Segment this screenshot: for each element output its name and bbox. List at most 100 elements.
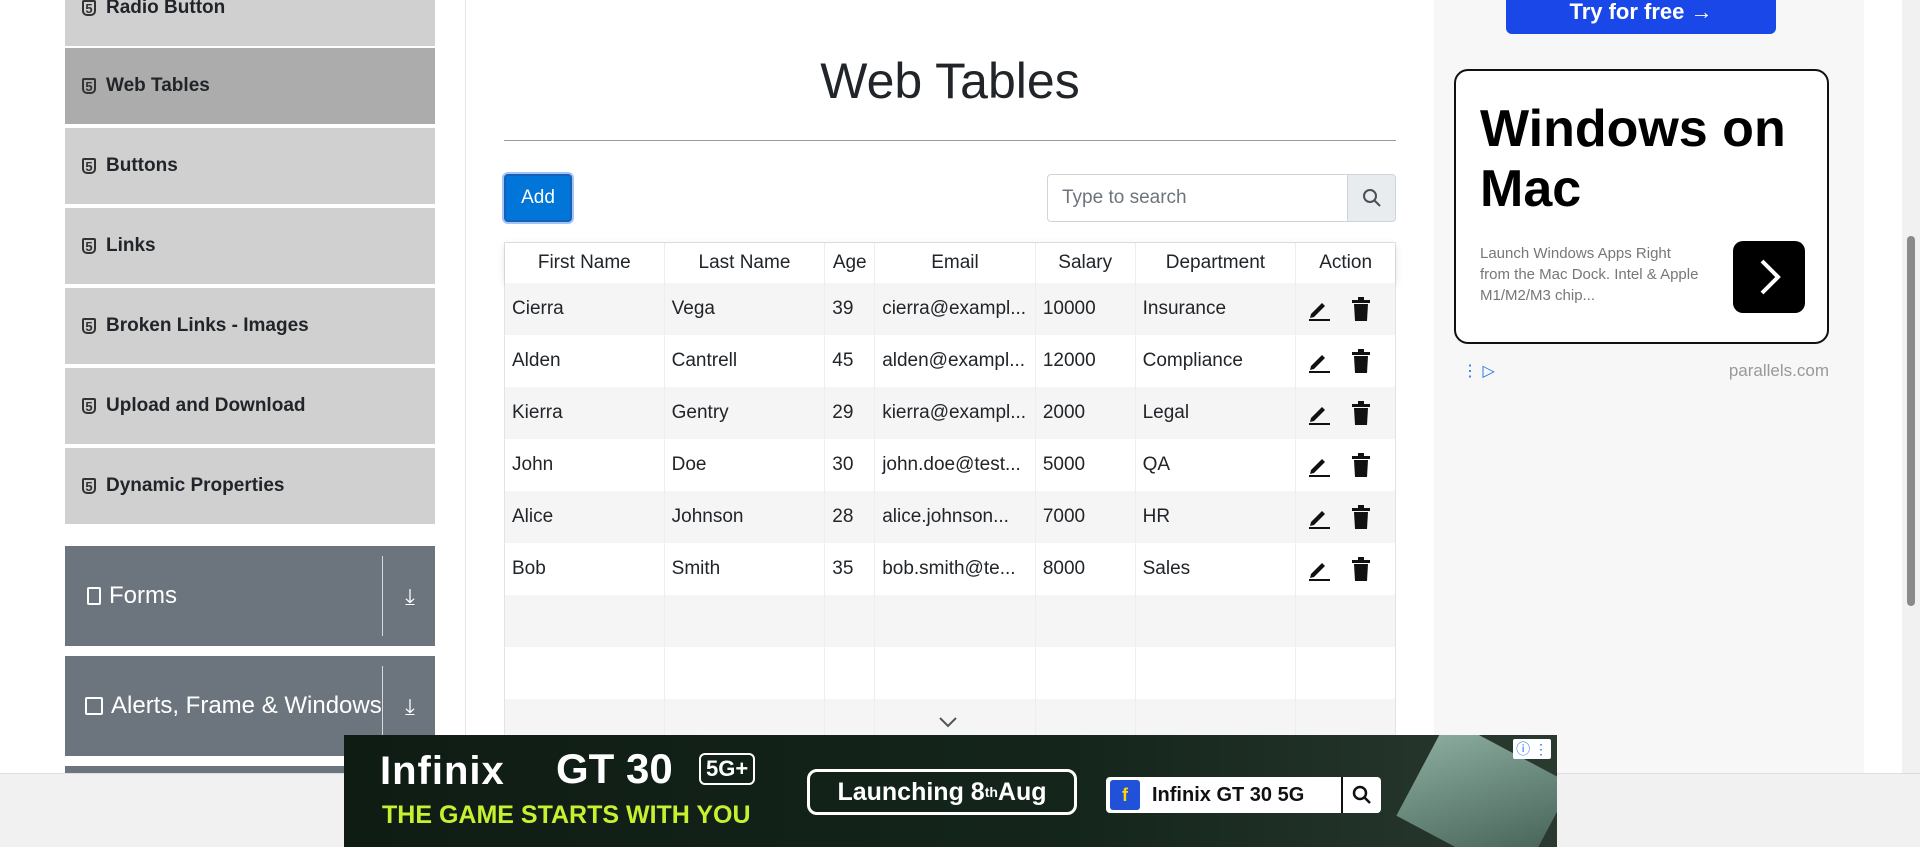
action-cell — [1296, 543, 1395, 595]
edit-icon[interactable] — [1306, 348, 1332, 374]
first-name-cell: Alden — [505, 335, 665, 387]
email-cell: alden@exampl... — [875, 335, 1036, 387]
search-icon — [1362, 189, 1381, 207]
last-name-cell: Gentry — [665, 387, 826, 439]
email-cell: bob.smith@te... — [875, 543, 1036, 595]
table-row: John Doe 30 john.doe@test... 5000 QA — [505, 439, 1395, 491]
scrollbar-thumb[interactable] — [1907, 236, 1915, 606]
column-header-first-name[interactable]: First Name — [505, 243, 665, 283]
sidebar-item-label: Dynamic Properties — [106, 475, 285, 496]
ad-cta-button[interactable]: Try for free → — [1506, 0, 1776, 34]
banner-search-text: Infinix GT 30 5G — [1152, 783, 1305, 806]
sidebar-item-buttons[interactable]: 5 Buttons — [65, 128, 435, 206]
age-cell: 28 — [825, 491, 876, 543]
department-cell: Compliance — [1136, 335, 1297, 387]
ad-info-icon[interactable]: ⓘ ⋮ — [1513, 739, 1551, 759]
last-name-cell: Cantrell — [665, 335, 826, 387]
edit-icon[interactable] — [1306, 452, 1332, 478]
empty-cell — [1036, 595, 1136, 647]
column-header-department[interactable]: Department — [1136, 243, 1297, 283]
delete-icon[interactable] — [1348, 556, 1374, 582]
delete-icon[interactable] — [1348, 348, 1374, 374]
sidebar-item-upload-download[interactable]: 5 Upload and Download — [65, 368, 435, 446]
age-cell: 30 — [825, 439, 876, 491]
column-header-age[interactable]: Age — [825, 243, 876, 283]
delete-icon[interactable] — [1348, 504, 1374, 530]
table-body: Cierra Vega 39 cierra@exampl... 10000 Insuran… — [505, 283, 1395, 751]
ad-arrow-button[interactable] — [1733, 241, 1805, 313]
department-cell: HR — [1136, 491, 1297, 543]
divider — [382, 666, 383, 746]
search-input[interactable] — [1047, 174, 1347, 222]
column-header-salary[interactable]: Salary — [1036, 243, 1136, 283]
bottom-ad-banner[interactable]: Infinix GT 30 5G+ THE GAME STARTS WITH Y… — [344, 735, 1557, 847]
empty-cell — [1036, 647, 1136, 699]
scrollbar[interactable] — [1902, 0, 1920, 773]
salary-cell: 7000 — [1036, 491, 1136, 543]
html5-icon: 5 — [82, 238, 96, 254]
chevron-down-icon[interactable] — [938, 715, 958, 729]
divider — [382, 556, 383, 636]
sidebar-item-label: Radio Button — [106, 0, 226, 18]
salary-cell: 12000 — [1036, 335, 1136, 387]
salary-cell: 5000 — [1036, 439, 1136, 491]
department-cell: Sales — [1136, 543, 1297, 595]
first-name-cell: Cierra — [505, 283, 665, 335]
banner-search[interactable]: f Infinix GT 30 5G — [1106, 777, 1381, 813]
column-header-email[interactable]: Email — [875, 243, 1036, 283]
table-row: Alden Cantrell 45 alden@exampl... 12000 Compl… — [505, 335, 1395, 387]
action-cell — [1296, 387, 1395, 439]
sidebar-item-label: Links — [106, 235, 156, 256]
group-forms[interactable]: Forms ⤓ — [65, 546, 435, 646]
form-icon — [87, 587, 101, 605]
department-cell: Insurance — [1136, 283, 1297, 335]
edit-icon[interactable] — [1306, 504, 1332, 530]
add-button[interactable]: Add — [504, 174, 572, 222]
search-icon — [1341, 777, 1381, 813]
edit-icon[interactable] — [1306, 296, 1332, 322]
sidebar-item-broken-links[interactable]: 5 Broken Links - Images — [65, 288, 435, 366]
search-box — [1047, 174, 1396, 222]
delete-icon[interactable] — [1348, 400, 1374, 426]
web-table: First Name Last Name Age Email Salary De… — [504, 242, 1396, 752]
empty-table-row — [505, 595, 1395, 647]
ad-domain[interactable]: parallels.com — [1729, 361, 1829, 381]
group-label: Forms — [109, 582, 177, 609]
column-header-last-name[interactable]: Last Name — [665, 243, 826, 283]
ad-headline: Windows on Mac — [1480, 100, 1786, 218]
chevron-right-icon — [1760, 259, 1781, 295]
banner-badge: 5G+ — [699, 753, 756, 785]
action-cell — [1296, 335, 1395, 387]
edit-icon[interactable] — [1306, 556, 1332, 582]
table-row: Alice Johnson 28 alice.johnson... 7000 HR — [505, 491, 1395, 543]
delete-icon[interactable] — [1348, 452, 1374, 478]
salary-cell: 10000 — [1036, 283, 1136, 335]
edit-icon[interactable] — [1306, 400, 1332, 426]
html5-icon: 5 — [82, 0, 96, 16]
last-name-cell: Johnson — [665, 491, 826, 543]
sidebar-item-label: Broken Links - Images — [106, 315, 309, 336]
sidebar-item-links[interactable]: 5 Links — [65, 208, 435, 286]
empty-cell — [505, 647, 665, 699]
last-name-cell: Vega — [665, 283, 826, 335]
title-divider — [504, 140, 1396, 141]
empty-cell — [1136, 595, 1297, 647]
empty-cell — [875, 595, 1036, 647]
adchoices-icon[interactable]: ⋮ ▷ — [1462, 361, 1495, 381]
search-button[interactable] — [1347, 174, 1396, 222]
age-cell: 29 — [825, 387, 876, 439]
download-arrow-icon[interactable]: ⤓ — [397, 694, 423, 720]
ad-card[interactable]: Windows on Mac Launch Windows Apps Right… — [1454, 69, 1829, 344]
banner-launch[interactable]: Launching 8th Aug — [807, 769, 1077, 815]
salary-cell: 2000 — [1036, 387, 1136, 439]
delete-icon[interactable] — [1348, 296, 1374, 322]
page: 5 Radio Button 5 Web Tables 5 Buttons 5 … — [0, 0, 1920, 847]
email-cell: cierra@exampl... — [875, 283, 1036, 335]
sidebar-item-web-tables[interactable]: 5 Web Tables — [65, 48, 435, 126]
sidebar-item-label: Buttons — [106, 155, 178, 176]
age-cell: 45 — [825, 335, 876, 387]
download-arrow-icon[interactable]: ⤓ — [397, 584, 423, 610]
sidebar-item-radio-button[interactable]: 5 Radio Button — [65, 0, 435, 48]
department-cell: Legal — [1136, 387, 1297, 439]
sidebar-item-dynamic-properties[interactable]: 5 Dynamic Properties — [65, 448, 435, 526]
